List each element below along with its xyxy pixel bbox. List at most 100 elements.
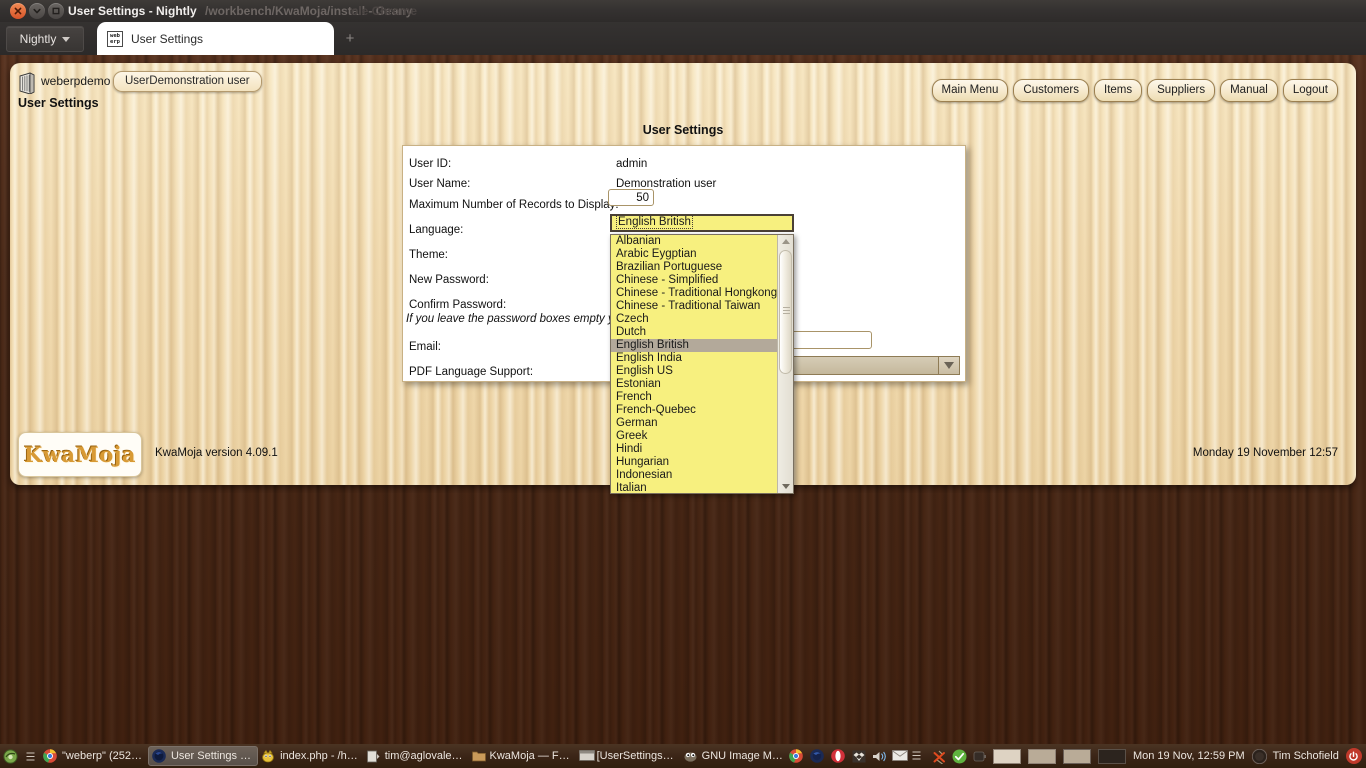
- list-item[interactable]: French: [611, 391, 777, 404]
- dropdown-scrollbar[interactable]: [777, 235, 793, 493]
- browser-window: User Settings - Nightly /workbench/KwaMo…: [0, 0, 1366, 493]
- browser-tab-user-settings[interactable]: web erp User Settings: [97, 22, 334, 55]
- minimize-icon[interactable]: [29, 3, 45, 19]
- taskbar-item-weberp[interactable]: "weberp" (252…: [40, 746, 148, 766]
- folder-icon: [472, 750, 485, 763]
- scrollbar-grip-icon: [783, 307, 790, 314]
- list-item[interactable]: German: [611, 417, 777, 430]
- label-confirm-password: Confirm Password:: [409, 299, 506, 311]
- taskbar-left: "weberp" (252… User Settings … index.php…: [0, 746, 789, 766]
- taskbar-item-kwamoja-folder[interactable]: KwaMoja — F…: [469, 746, 576, 766]
- bluetooth-disabled-icon[interactable]: [932, 750, 945, 763]
- list-item[interactable]: Greek: [611, 430, 777, 443]
- window-title: User Settings - Nightly: [68, 4, 197, 18]
- list-item-selected[interactable]: English British: [611, 339, 777, 352]
- power-icon[interactable]: [1346, 748, 1362, 764]
- gimp-icon: [683, 749, 697, 763]
- update-ok-icon[interactable]: [952, 749, 966, 763]
- maximize-icon[interactable]: [48, 3, 64, 19]
- workspace-4[interactable]: [1098, 749, 1126, 764]
- taskbar-item-label: KwaMoja — F…: [490, 750, 570, 762]
- top-navigation: Main Menu Customers Items Suppliers Manu…: [932, 79, 1338, 102]
- app-menu-label: Nightly: [20, 32, 57, 46]
- list-item[interactable]: Arabic Eygptian: [611, 248, 777, 261]
- label-user-id: User ID:: [409, 158, 451, 170]
- list-item[interactable]: Indonesian: [611, 469, 777, 482]
- language-select-value: English British: [616, 215, 693, 229]
- list-item[interactable]: Chinese - Simplified: [611, 274, 777, 287]
- list-item[interactable]: Chinese - Traditional Taiwan: [611, 300, 777, 313]
- scrollbar-thumb[interactable]: [779, 250, 792, 374]
- taskbar-item-label: tim@aglovale…: [385, 750, 463, 762]
- list-item[interactable]: Italian: [611, 482, 777, 493]
- close-icon[interactable]: [10, 3, 26, 19]
- opera-icon[interactable]: [831, 749, 845, 763]
- list-item[interactable]: Hungarian: [611, 456, 777, 469]
- label-language: Language:: [409, 224, 463, 236]
- list-item[interactable]: Albanian: [611, 235, 777, 248]
- list-item[interactable]: Estonian: [611, 378, 777, 391]
- nav-button-logout[interactable]: Logout: [1283, 79, 1338, 102]
- nav-button-main-menu[interactable]: Main Menu: [932, 79, 1009, 102]
- version-text: KwaMoja version 4.09.1: [155, 447, 278, 459]
- taskbar-item-label: [UserSettings…: [597, 750, 674, 762]
- list-item[interactable]: Hindi: [611, 443, 777, 456]
- taskbar-tray: Mon 19 Nov, 12:59 PM Tim Schofield: [789, 748, 1366, 764]
- taskbar-item-gimp[interactable]: GNU Image M…: [680, 746, 789, 766]
- nav-button-suppliers[interactable]: Suppliers: [1147, 79, 1215, 102]
- taskbar-user-name[interactable]: Tim Schofield: [1273, 750, 1339, 762]
- chrome-icon[interactable]: [789, 749, 803, 763]
- dropbox-icon[interactable]: [852, 750, 865, 763]
- taskbar-item-label: "weberp" (252…: [62, 750, 142, 762]
- language-option-list[interactable]: Albanian Arabic Eygptian Brazilian Portu…: [611, 235, 777, 493]
- password-hint-text: If you leave the password boxes empty yo: [406, 313, 620, 325]
- taskbar-item-user-settings[interactable]: User Settings …: [148, 746, 258, 766]
- book-icon: [18, 72, 36, 94]
- taskbar-clock[interactable]: Mon 19 Nov, 12:59 PM: [1133, 750, 1245, 762]
- workspace-3[interactable]: [1063, 749, 1091, 764]
- taskbar-item-usersettings[interactable]: [UserSettings…: [576, 746, 680, 766]
- list-item[interactable]: Dutch: [611, 326, 777, 339]
- language-dropdown-list[interactable]: Albanian Arabic Eygptian Brazilian Portu…: [610, 234, 794, 494]
- firefox-nightly-icon[interactable]: [810, 749, 824, 763]
- menu-icon[interactable]: [912, 750, 925, 763]
- taskbar-item-label: GNU Image M…: [702, 750, 783, 762]
- scroll-down-arrow-icon[interactable]: [778, 480, 794, 493]
- page-date-text: Monday 19 November 12:57: [1193, 447, 1338, 459]
- nav-button-customers[interactable]: Customers: [1013, 79, 1089, 102]
- battery-icon[interactable]: [973, 750, 986, 763]
- language-select[interactable]: English British: [610, 214, 794, 232]
- taskbar-item-label: index.php - /h…: [280, 750, 358, 762]
- menu-icon[interactable]: [20, 751, 40, 762]
- kwamoja-logo: KwaMoja: [18, 432, 142, 477]
- workspace-2[interactable]: [1028, 749, 1056, 764]
- list-item[interactable]: French-Quebec: [611, 404, 777, 417]
- list-item[interactable]: Czech: [611, 313, 777, 326]
- volume-icon[interactable]: [872, 750, 885, 763]
- workspace-1[interactable]: [993, 749, 1021, 764]
- list-item[interactable]: Brazilian Portuguese: [611, 261, 777, 274]
- taskbar-item-terminal[interactable]: tim@aglovale…: [364, 746, 469, 766]
- mail-icon[interactable]: [892, 750, 905, 763]
- show-desktop-icon[interactable]: [0, 749, 20, 764]
- nav-button-items[interactable]: Items: [1094, 79, 1142, 102]
- app-menu-button[interactable]: Nightly: [6, 26, 84, 52]
- user-pill[interactable]: UserDemonstration user: [113, 71, 262, 92]
- list-item[interactable]: English US: [611, 365, 777, 378]
- window-controls: [10, 3, 64, 19]
- geany-icon: [261, 749, 275, 763]
- window-titlebar: User Settings - Nightly /workbench/KwaMo…: [0, 0, 1366, 22]
- avatar[interactable]: [1252, 749, 1266, 763]
- max-records-input[interactable]: [608, 189, 654, 206]
- label-pdf-language: PDF Language Support:: [409, 366, 533, 378]
- kwamoja-logo-text: KwaMoja: [24, 442, 136, 467]
- browser-tab-label: User Settings: [131, 32, 203, 46]
- label-user-name: User Name:: [409, 178, 470, 190]
- chevron-down-icon: [938, 357, 959, 374]
- nav-button-manual[interactable]: Manual: [1220, 79, 1278, 102]
- list-item[interactable]: Chinese - Traditional Hongkong: [611, 287, 777, 300]
- taskbar-item-index-php[interactable]: index.php - /h…: [258, 746, 364, 766]
- new-tab-button[interactable]: +: [343, 32, 357, 46]
- list-item[interactable]: English India: [611, 352, 777, 365]
- scroll-up-arrow-icon[interactable]: [778, 235, 794, 248]
